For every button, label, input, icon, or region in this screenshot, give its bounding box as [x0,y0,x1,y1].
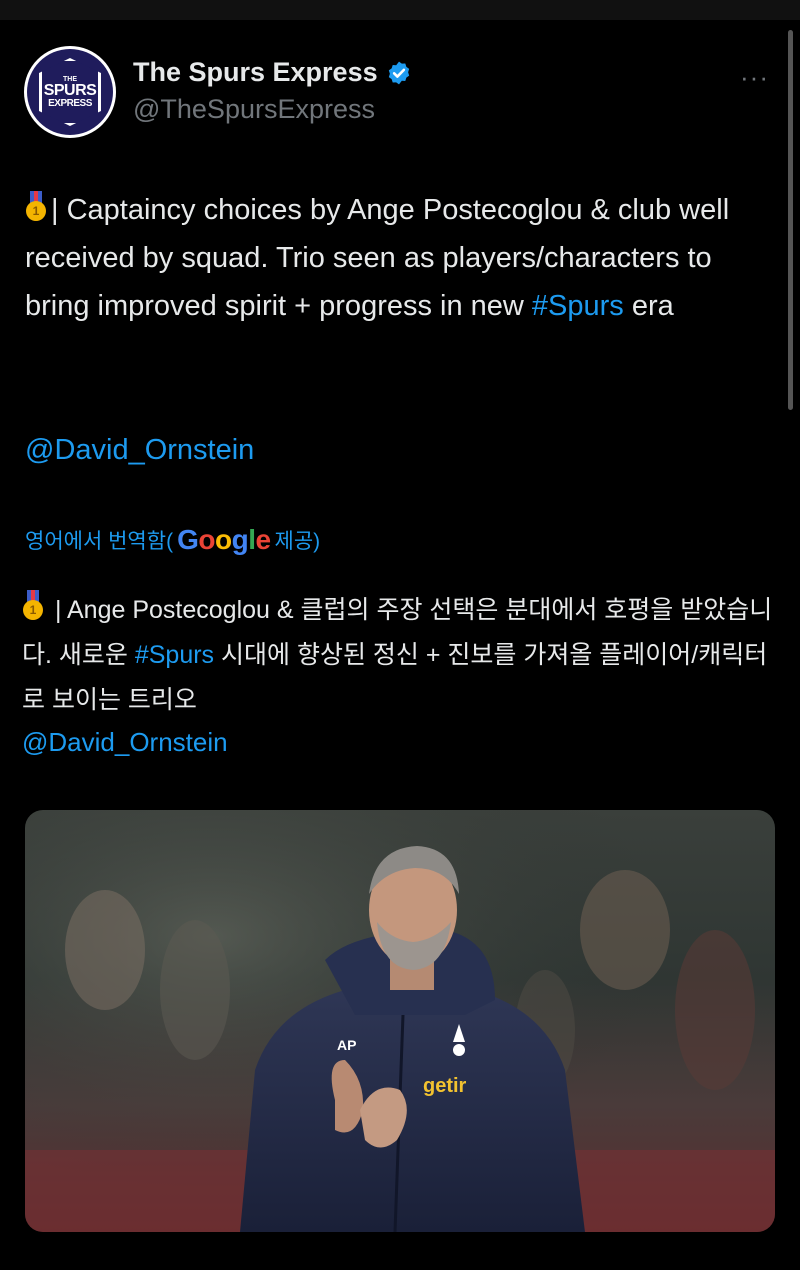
hashtag-spurs-link[interactable]: #Spurs [532,290,624,322]
status-bar [0,0,800,20]
sponsor-text: getir [423,1075,467,1097]
translation-label-suffix: 제공) [274,530,321,553]
translated-mention-link[interactable]: @David_Ornstein [22,727,228,758]
avatar[interactable]: THE SPURS EXPRESS [24,46,116,138]
account-name-row[interactable]: The Spurs Express [133,57,412,88]
translated-hashtag-link[interactable]: #Spurs [135,641,214,669]
more-icon[interactable]: ··· [740,62,769,93]
logo-express: EXPRESS [48,97,92,109]
google-logo: Google [177,524,271,555]
translation-label-prefix: 영어에서 번역함( [25,530,174,553]
tweet-photo[interactable]: AP getir [25,810,775,1232]
tweet-text: 1 | Captaincy choices by Ange Postecoglo… [25,186,765,330]
logo-spurs: SPURS [43,81,97,99]
tweet-text-part2: era [623,290,674,322]
translation-label[interactable]: 영어에서 번역함( Google 제공) [25,524,320,556]
spurs-express-logo: THE SPURS EXPRESS [39,58,101,126]
account-handle[interactable]: @TheSpursExpress [133,94,375,125]
mention-link[interactable]: @David_Ornstein [25,426,254,474]
avatar-badge: THE SPURS EXPRESS [27,49,113,135]
account-name[interactable]: The Spurs Express [133,57,378,88]
jacket-brand-text: AP [337,1037,356,1053]
scrollbar[interactable] [788,30,793,410]
medal-icon: 1 [25,191,47,223]
medal-icon: 1 [22,590,44,622]
translated-text: 1 | Ange Postecoglou & 클럽의 주장 선택은 분대에서 호… [22,588,782,723]
photo-illustration: AP getir [25,810,775,1232]
verified-badge-icon [388,61,409,84]
